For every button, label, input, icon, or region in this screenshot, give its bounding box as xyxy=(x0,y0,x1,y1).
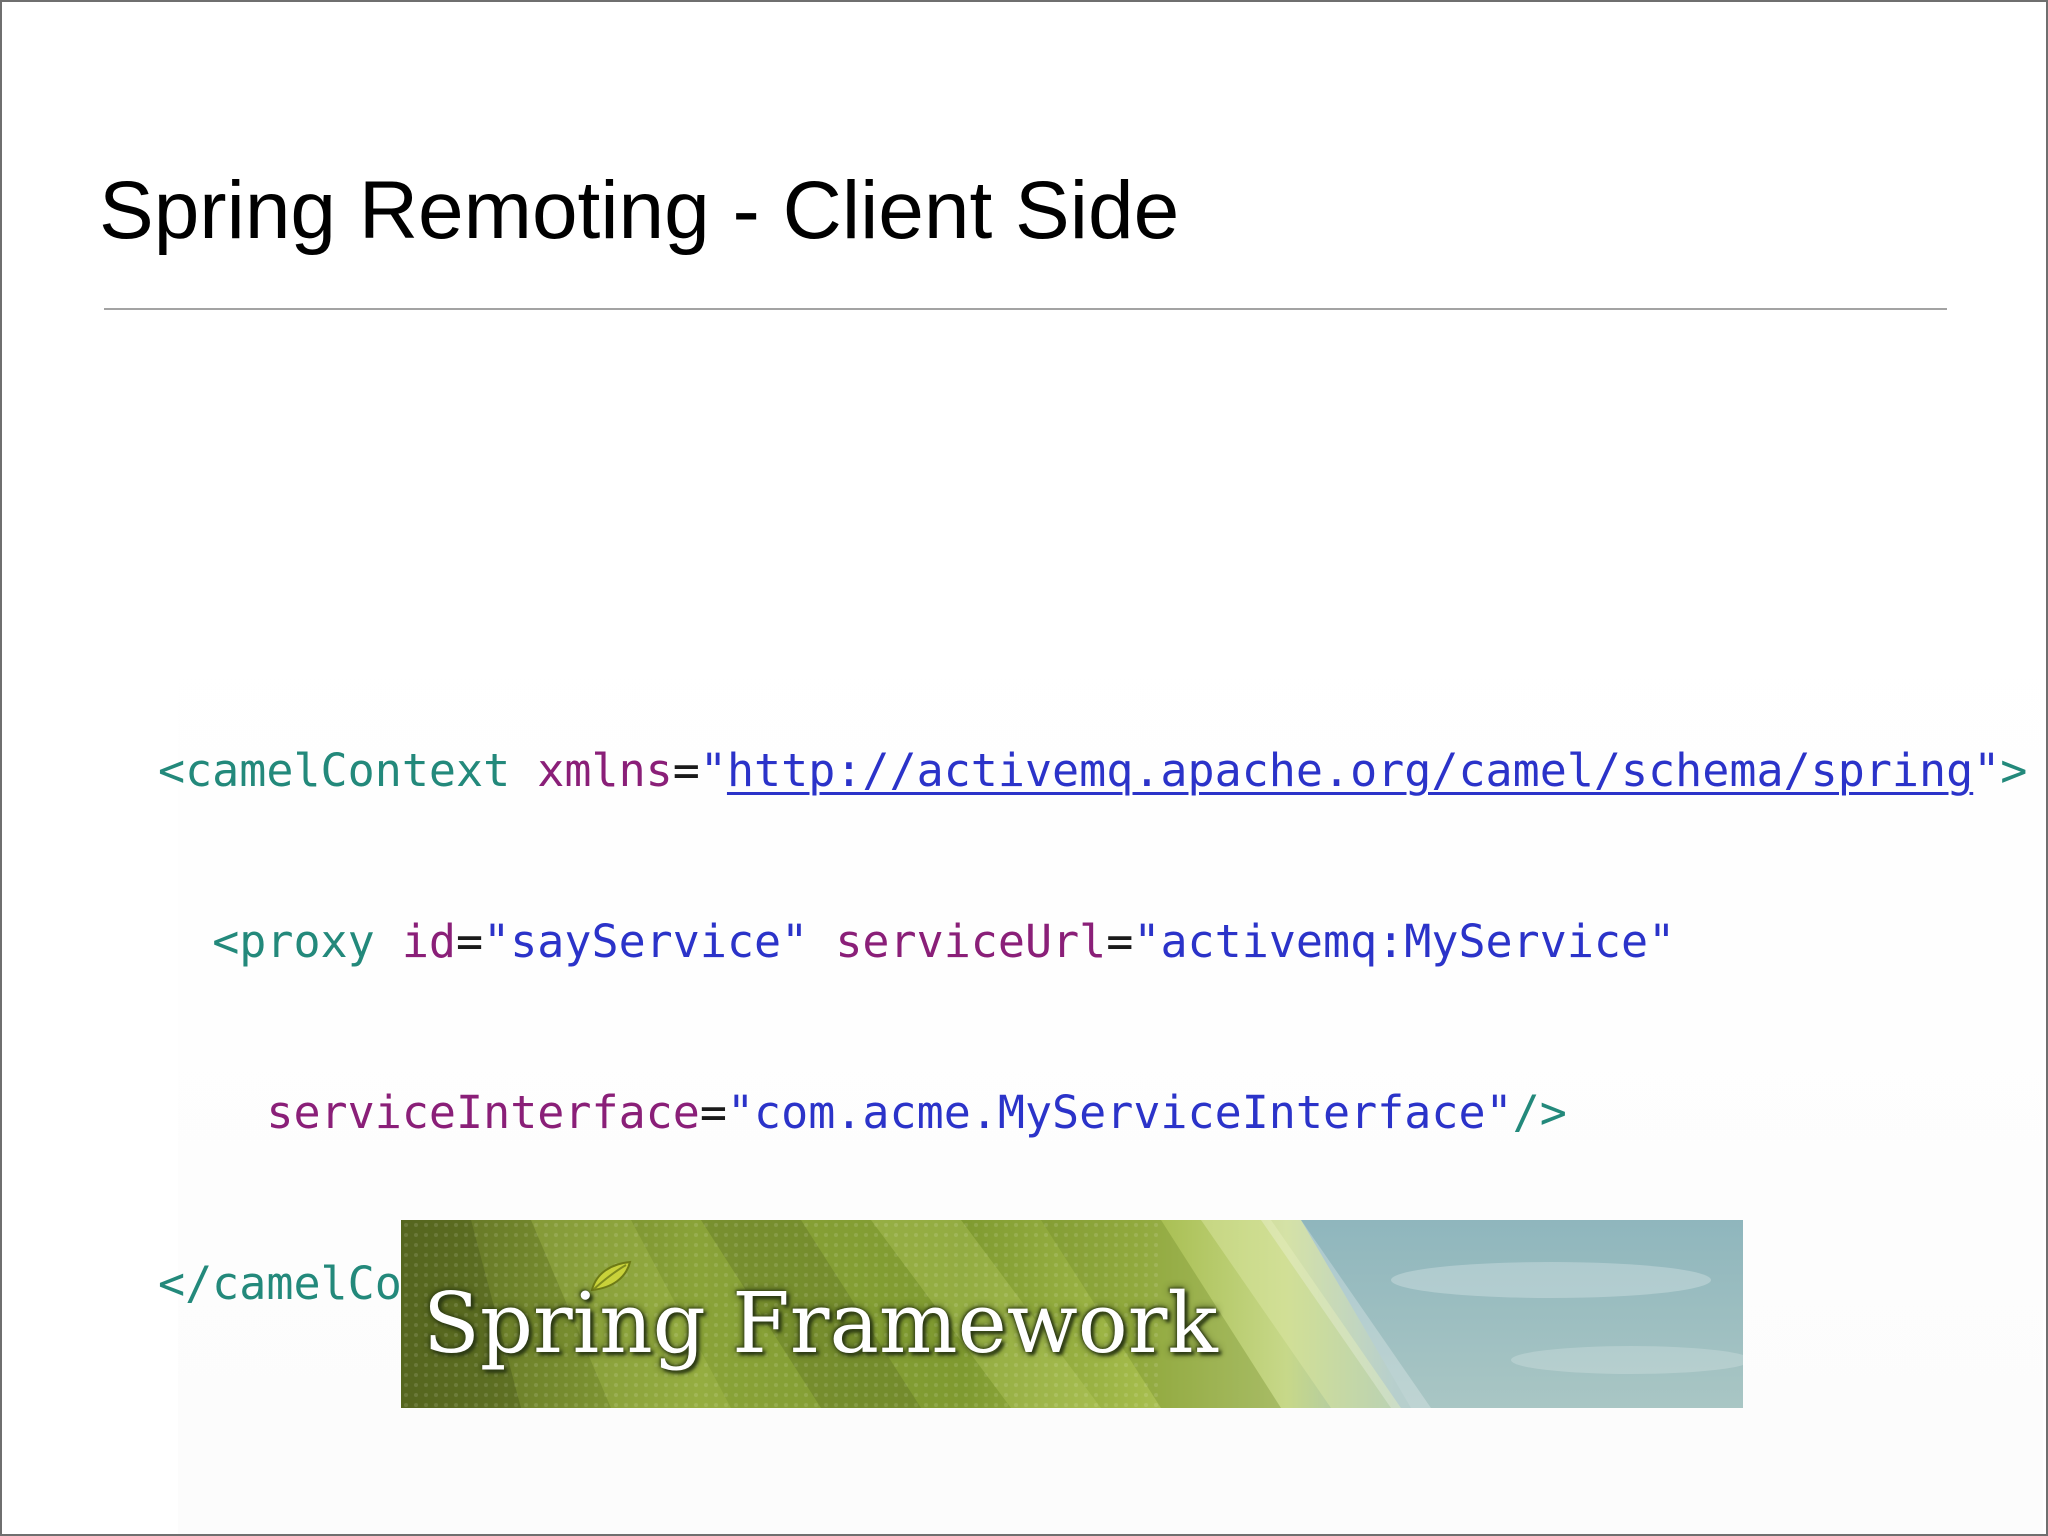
code-value: "sayService" xyxy=(483,915,809,968)
slide: Spring Remoting - Client Side <camelCont… xyxy=(0,0,2048,1536)
namespace-link[interactable]: http://activemq.apache.org/camel/schema/… xyxy=(727,744,1973,797)
code-token: " xyxy=(699,744,727,797)
banner-title: Spring Framework xyxy=(423,1275,1218,1372)
code-tag-name: camelContext xyxy=(185,744,511,797)
code-attribute: id xyxy=(401,915,457,968)
code-token: " xyxy=(1973,744,2001,797)
code-line-2: <proxy id="sayService" serviceUrl="activ… xyxy=(158,913,2027,970)
code-line-3: serviceInterface="com.acme.MyServiceInte… xyxy=(158,1084,2027,1141)
code-token: < xyxy=(158,744,186,797)
code-value: "com.acme.MyServiceInterface" xyxy=(726,1086,1513,1139)
slide-title: Spring Remoting - Client Side xyxy=(99,165,1180,256)
code-token: < xyxy=(212,915,240,968)
code-line-1: <camelContext xmlns="http://activemq.apa… xyxy=(158,742,2027,799)
spring-framework-banner: Spring Framework xyxy=(401,1220,1743,1408)
code-attribute: xmlns xyxy=(537,744,673,797)
code-token: > xyxy=(2000,744,2028,797)
code-attribute: serviceInterface xyxy=(266,1086,700,1139)
code-token: = xyxy=(699,1086,727,1139)
code-token: = xyxy=(456,915,484,968)
code-attribute: serviceUrl xyxy=(835,915,1107,968)
code-tag-name: proxy xyxy=(239,915,375,968)
code-token: = xyxy=(672,744,700,797)
title-divider xyxy=(104,308,1947,310)
code-value: "activemq:MyService" xyxy=(1133,915,1676,968)
code-token: /> xyxy=(1512,1086,1567,1139)
code-token: = xyxy=(1106,915,1134,968)
